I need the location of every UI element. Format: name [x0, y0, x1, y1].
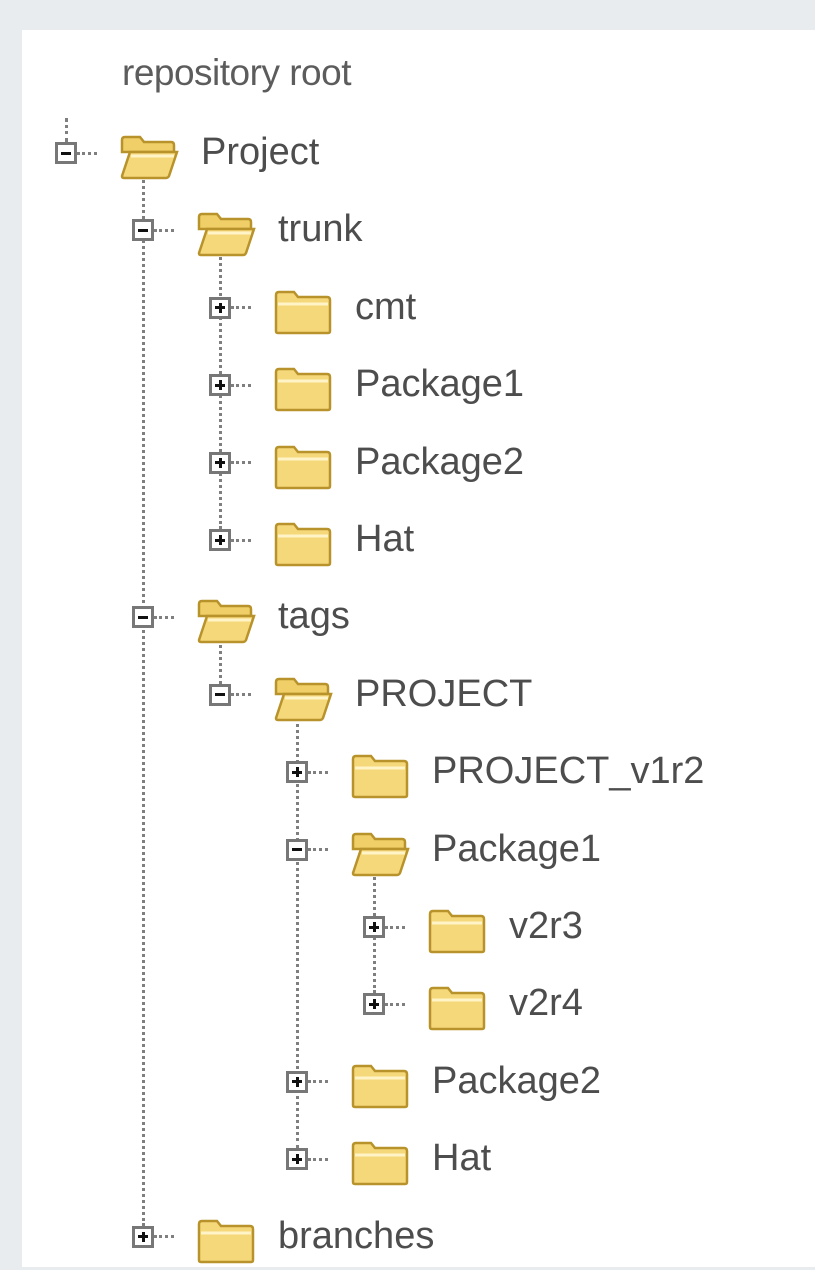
- expand-toggle-icon[interactable]: [286, 761, 308, 784]
- expand-toggle-icon[interactable]: [209, 529, 231, 551]
- tree-node[interactable]: branches: [132, 1214, 732, 1270]
- folder-open-icon: [119, 132, 179, 180]
- folder-closed-icon: [350, 751, 410, 799]
- folder-closed-icon: [350, 1138, 410, 1186]
- tree-node[interactable]: Package2: [209, 440, 809, 496]
- tree-node-label[interactable]: v2r4: [509, 979, 583, 1027]
- tree-node[interactable]: tags: [132, 594, 732, 650]
- tree-node[interactable]: Package2: [286, 1059, 815, 1115]
- folder-closed-icon: [273, 287, 333, 335]
- expand-toggle-icon[interactable]: [209, 296, 231, 319]
- tree-node[interactable]: PROJECT: [209, 672, 809, 728]
- expand-toggle-icon[interactable]: [363, 916, 385, 938]
- expand-toggle-icon[interactable]: [286, 1070, 308, 1093]
- folder-closed-icon: [273, 442, 333, 490]
- tree-node[interactable]: v2r3: [363, 904, 815, 960]
- repository-tree: repository root Project trunk cmt Package1 P…: [0, 0, 815, 1267]
- tree-node[interactable]: v2r4: [363, 981, 815, 1037]
- tree-node-label[interactable]: Package1: [355, 360, 524, 408]
- folder-open-icon: [273, 674, 333, 722]
- tree-node-label[interactable]: cmt: [355, 283, 416, 331]
- tree-node[interactable]: Project: [55, 130, 655, 186]
- folder-closed-icon: [427, 983, 487, 1031]
- folder-open-icon: [350, 829, 410, 877]
- tree-node-label[interactable]: Package2: [432, 1057, 601, 1105]
- collapse-toggle-icon[interactable]: [55, 142, 77, 164]
- tree-node[interactable]: PROJECT_v1r2: [286, 749, 815, 805]
- tree-node[interactable]: Package1: [209, 362, 809, 418]
- expand-toggle-icon[interactable]: [363, 993, 385, 1016]
- repository-root-label: repository root: [122, 52, 352, 93]
- tree-node-label[interactable]: Hat: [432, 1134, 491, 1182]
- collapse-toggle-icon[interactable]: [209, 683, 231, 706]
- folder-closed-icon: [196, 1216, 256, 1264]
- collapse-toggle-icon[interactable]: [132, 219, 154, 242]
- expand-toggle-icon[interactable]: [209, 374, 231, 397]
- tree-node-label[interactable]: v2r3: [509, 902, 583, 950]
- expand-toggle-icon[interactable]: [132, 1225, 154, 1248]
- folder-open-icon: [196, 209, 256, 257]
- folder-closed-icon: [350, 1061, 410, 1109]
- collapse-toggle-icon[interactable]: [132, 606, 154, 629]
- tree-node[interactable]: cmt: [209, 285, 809, 341]
- folder-closed-icon: [273, 519, 333, 567]
- tree-node-label[interactable]: Package2: [355, 438, 524, 486]
- tree-node-label[interactable]: PROJECT: [355, 670, 532, 718]
- tree-node-label[interactable]: tags: [278, 592, 350, 640]
- folder-closed-icon: [427, 906, 487, 954]
- tree-node-label[interactable]: Project: [201, 128, 319, 176]
- tree-node[interactable]: Hat: [209, 517, 809, 573]
- tree-node[interactable]: trunk: [132, 207, 732, 263]
- collapse-toggle-icon[interactable]: [286, 838, 308, 861]
- tree-node[interactable]: Package1: [286, 827, 815, 883]
- tree-node-label[interactable]: branches: [278, 1212, 434, 1260]
- tree-node-label[interactable]: Hat: [355, 515, 414, 563]
- tree-node[interactable]: Hat: [286, 1136, 815, 1192]
- tree-node-label[interactable]: PROJECT_v1r2: [432, 747, 704, 795]
- tree-node-label[interactable]: trunk: [278, 205, 362, 253]
- tree-node-label[interactable]: Package1: [432, 825, 601, 873]
- tree-connector-vertical: [141, 175, 145, 1226]
- expand-toggle-icon[interactable]: [209, 451, 231, 474]
- expand-toggle-icon[interactable]: [286, 1148, 308, 1171]
- folder-open-icon: [196, 596, 256, 644]
- folder-closed-icon: [273, 364, 333, 412]
